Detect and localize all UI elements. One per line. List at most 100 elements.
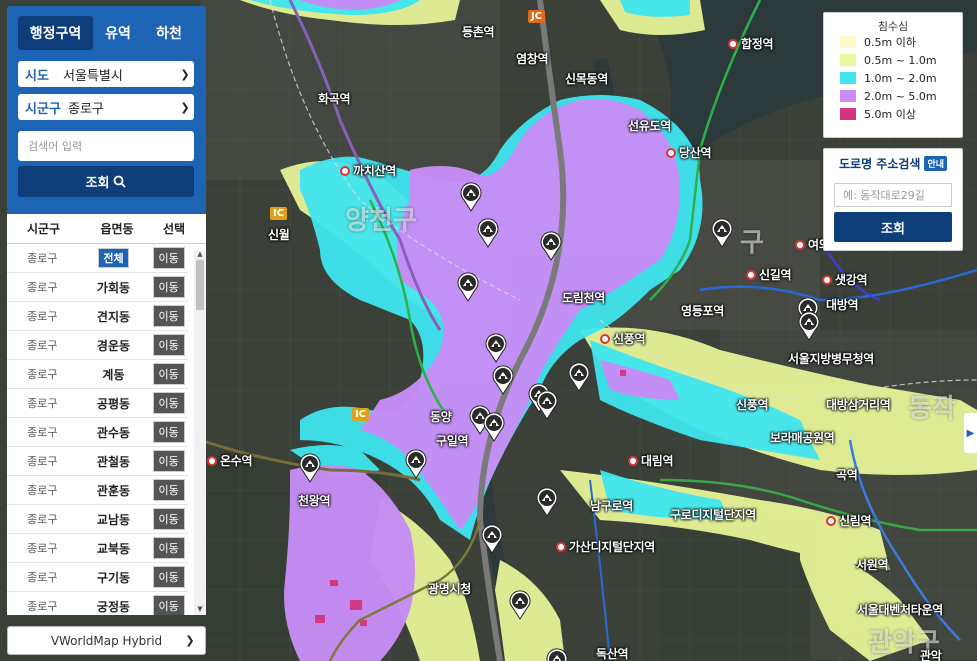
shelter-marker-icon[interactable] [484, 333, 508, 363]
row-select-cell: 이동 [149, 363, 188, 385]
legend-item: 0.5m 이하 [824, 33, 962, 51]
move-button[interactable]: 이동 [152, 421, 185, 443]
station-icon [600, 334, 610, 344]
road-address-search: 도로명 주소검색 안내 조회 [823, 148, 963, 251]
district-label-yangcheon: 양천구 [345, 206, 417, 236]
move-button[interactable]: 이동 [152, 363, 185, 385]
station-label: 구로디지털단지역 [670, 508, 756, 522]
basemap-select[interactable]: VWorldMap Hybrid ❯ [7, 626, 206, 655]
shelter-marker-icon[interactable] [491, 365, 515, 395]
expand-panel-button[interactable]: ▶ [964, 413, 977, 453]
row-select-cell: 이동 [149, 537, 188, 559]
road-address-input[interactable] [834, 183, 952, 207]
shelter-marker-icon[interactable] [298, 453, 322, 483]
row-select-cell: 이동 [149, 595, 188, 615]
station-label: 샛강역 [822, 271, 868, 288]
row-dong: 경운동 [96, 338, 131, 353]
station-label: 서울대벤처타운역 [857, 603, 943, 617]
station-icon [207, 456, 217, 466]
shelter-marker-icon[interactable] [456, 272, 480, 302]
legend-label: 2.0m ~ 5.0m [864, 89, 937, 103]
row-sigungu: 종로구 [27, 571, 58, 584]
move-button[interactable]: 이동 [152, 392, 185, 414]
shelter-marker-icon[interactable] [797, 311, 821, 341]
table-scrollbar[interactable]: ▲ ▼ [194, 250, 206, 615]
shelter-marker-icon[interactable] [545, 648, 569, 661]
station-icon [822, 275, 832, 285]
scroll-down-icon[interactable]: ▼ [194, 605, 206, 613]
row-dong: 견지동 [96, 309, 131, 324]
station-label: 염창역 [516, 52, 549, 66]
road-search-button[interactable]: 조회 [834, 212, 952, 242]
move-button[interactable]: 이동 [152, 276, 185, 298]
scroll-up-icon[interactable]: ▲ [194, 250, 206, 258]
shelter-marker-icon[interactable] [404, 449, 428, 479]
legend-label: 5.0m 이상 [864, 108, 916, 121]
station-label: 천왕역 [298, 494, 331, 508]
row-select-cell: 이동 [149, 247, 188, 269]
row-dong: 가회동 [96, 280, 131, 295]
row-select-cell: 이동 [149, 276, 188, 298]
table-row: 종로구 관철동 이동 [7, 447, 188, 476]
station-label: 보라매공원역 [770, 431, 835, 445]
shelter-marker-icon[interactable] [482, 412, 506, 442]
road-search-title: 도로명 주소검색 [838, 156, 921, 171]
row-sigungu: 종로구 [27, 513, 58, 526]
station-label: 선유도역 [628, 119, 671, 133]
move-button[interactable]: 이동 [152, 334, 185, 356]
station-label: 서원역 [856, 558, 889, 572]
search-panel: 행정구역 유역 하천 시도 서울특별시 ❯ 시군구 종로구 ❯ 조회 [7, 6, 206, 214]
row-select-cell: 이동 [149, 334, 188, 356]
sido-select[interactable]: 시도 서울특별시 ❯ [18, 61, 194, 87]
region-tabs: 행정구역 유역 하천 [7, 6, 206, 50]
shelter-marker-icon[interactable] [535, 390, 559, 420]
row-sigungu: 종로구 [27, 455, 58, 468]
table-row: 종로구 가회동 이동 [7, 273, 188, 302]
move-button[interactable]: 이동 [152, 479, 185, 501]
station-label: 관악 [920, 649, 942, 661]
move-button[interactable]: 이동 [152, 305, 185, 327]
row-dong: 전체 [78, 248, 150, 268]
guide-button[interactable]: 안내 [924, 155, 948, 171]
shelter-marker-icon[interactable] [508, 590, 532, 620]
search-input[interactable] [18, 131, 194, 161]
station-label: 동양 [430, 410, 452, 424]
move-button[interactable]: 이동 [152, 247, 185, 269]
station-label: 영등포역 [681, 304, 724, 318]
station-label: 구일역 [436, 434, 469, 448]
shelter-marker-icon[interactable] [567, 362, 591, 392]
chevron-down-icon: ❯ [185, 634, 195, 647]
tab-watershed[interactable]: 유역 [95, 16, 141, 50]
table-header: 시군구 읍면동 선택 [7, 214, 206, 244]
station-label: 합정역 [728, 35, 774, 52]
move-button[interactable]: 이동 [152, 595, 185, 615]
row-sigungu: 종로구 [27, 339, 58, 352]
shelter-marker-icon[interactable] [535, 487, 559, 517]
row-dong: 공평동 [96, 396, 131, 411]
move-button[interactable]: 이동 [152, 537, 185, 559]
flood-depth-legend: 침수심 0.5m 이하 0.5m ~ 1.0m 1.0m ~ 2.0m 2.0m ~ … [823, 12, 963, 138]
move-button[interactable]: 이동 [152, 450, 185, 472]
scrollbar-thumb[interactable] [196, 260, 204, 310]
move-button[interactable]: 이동 [152, 566, 185, 588]
shelter-marker-icon[interactable] [476, 218, 500, 248]
legend-label: 1.0m ~ 2.0m [864, 71, 937, 85]
shelter-marker-icon[interactable] [710, 218, 734, 248]
tab-admin-district[interactable]: 행정구역 [18, 16, 93, 50]
station-label: 독산역 [596, 647, 629, 661]
station-label: 서울지방병무청역 [788, 352, 874, 366]
tab-river[interactable]: 하천 [143, 16, 195, 50]
shelter-marker-icon[interactable] [459, 182, 483, 212]
all-dong-button[interactable]: 전체 [98, 248, 129, 268]
table-row: 종로구 관훈동 이동 [7, 476, 188, 505]
basemap-value: VWorldMap Hybrid [50, 633, 163, 648]
station-label: 신림역 [826, 512, 872, 529]
legend-title: 침수심 [877, 20, 909, 33]
shelter-marker-icon[interactable] [539, 231, 563, 261]
station-icon [826, 516, 836, 526]
shelter-marker-icon[interactable] [480, 524, 504, 554]
sigungu-select[interactable]: 시군구 종로구 ❯ [18, 94, 194, 120]
header-select: 선택 [162, 222, 186, 236]
move-button[interactable]: 이동 [152, 508, 185, 530]
query-button[interactable]: 조회 [18, 166, 194, 197]
